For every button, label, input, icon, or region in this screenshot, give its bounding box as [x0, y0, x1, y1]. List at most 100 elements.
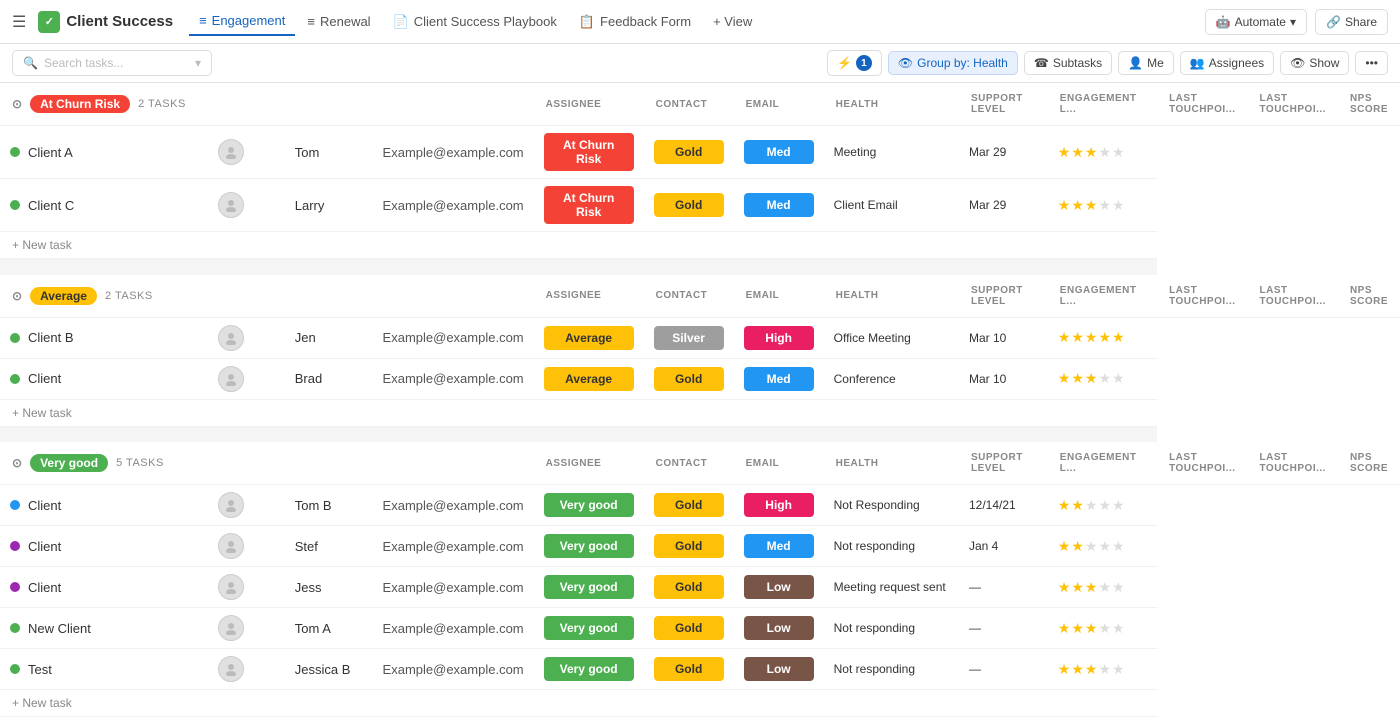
section-chevron-average[interactable]: ⊙	[12, 289, 22, 303]
col-header-touch2: LAST TOUCHPOI...	[1248, 83, 1338, 126]
assignees-button[interactable]: 👥 Assignees	[1180, 51, 1274, 75]
table-row[interactable]: Client Stef Example@example.com Very goo…	[0, 526, 1400, 567]
section-badge-churn: At Churn Risk	[30, 95, 130, 113]
section-chevron-verygood[interactable]: ⊙	[12, 456, 22, 470]
table-row[interactable]: Client A Tom Example@example.com At Chur…	[0, 126, 1400, 179]
task-name-cell[interactable]: Client	[0, 567, 208, 608]
star-filled: ★	[1085, 661, 1098, 678]
new-task-button[interactable]: + New task	[0, 690, 1157, 717]
table-row[interactable]: New Client Tom A Example@example.com Ver…	[0, 608, 1400, 649]
table-row[interactable]: Client Jess Example@example.com Very goo…	[0, 567, 1400, 608]
assignee-cell	[208, 567, 285, 608]
task-name-cell[interactable]: Client B	[0, 317, 208, 358]
support-badge: Gold	[654, 140, 724, 164]
table-row[interactable]: Client Tom B Example@example.com Very go…	[0, 485, 1400, 526]
touchpoint1-cell: Client Email	[824, 179, 959, 232]
col-header-email: EMAIL	[734, 442, 824, 485]
table-row[interactable]: Client C Larry Example@example.com At Ch…	[0, 179, 1400, 232]
filter-button[interactable]: ⚡ 1	[827, 50, 882, 76]
me-button[interactable]: 👤 Me	[1118, 51, 1174, 75]
touchpoint2-cell: Mar 29	[959, 126, 1048, 179]
table-row[interactable]: Client B Jen Example@example.com Average…	[0, 317, 1400, 358]
star-empty: ★	[1085, 538, 1098, 555]
group-by-button[interactable]: 👁 Group by: Health	[888, 51, 1018, 75]
star-empty: ★	[1098, 144, 1111, 161]
automate-button[interactable]: 🤖 Automate ▾	[1205, 9, 1307, 35]
star-filled: ★	[1085, 620, 1098, 637]
touchpoint1-cell: Not responding	[824, 649, 959, 690]
more-button[interactable]: •••	[1355, 51, 1388, 75]
email-cell: Example@example.com	[373, 485, 534, 526]
engagement-badge: Low	[744, 575, 814, 599]
engagement-cell: Med	[734, 358, 824, 399]
table-row[interactable]: Test Jessica B Example@example.com Very …	[0, 649, 1400, 690]
task-name-cell[interactable]: Client	[0, 358, 208, 399]
app-logo: ✓ Client Success	[38, 11, 173, 33]
contact-cell: Stef	[285, 526, 373, 567]
health-badge: Average	[544, 367, 634, 391]
col-header-touch2: LAST TOUCHPOI...	[1248, 442, 1338, 485]
health-badge: At Churn Risk	[544, 133, 634, 171]
task-name-cell[interactable]: Client C	[0, 179, 208, 232]
tab-engagement[interactable]: ≡ Engagement	[189, 7, 295, 36]
email-cell: Example@example.com	[373, 179, 534, 232]
playbook-icon: 📄	[393, 14, 409, 30]
share-button[interactable]: 🔗 Share	[1315, 9, 1388, 35]
support-cell: Gold	[644, 567, 734, 608]
search-icon: 🔍	[23, 56, 38, 70]
new-task-row[interactable]: + New task	[0, 690, 1400, 717]
tab-renewal[interactable]: ≡ Renewal	[297, 8, 380, 35]
menu-icon[interactable]: ☰	[12, 12, 26, 32]
engagement-badge: Low	[744, 616, 814, 640]
search-dropdown-icon[interactable]: ▾	[195, 56, 201, 70]
task-name-cell[interactable]: New Client	[0, 608, 208, 649]
col-header-touch1: LAST TOUCHPOI...	[1157, 442, 1247, 485]
task-name-cell[interactable]: Client	[0, 526, 208, 567]
col-header-email: EMAIL	[734, 83, 824, 126]
tab-feedback[interactable]: 📋 Feedback Form	[569, 8, 701, 36]
new-task-button[interactable]: + New task	[0, 399, 1157, 426]
section-chevron-churn[interactable]: ⊙	[12, 97, 22, 111]
search-box[interactable]: 🔍 Search tasks... ▾	[12, 50, 212, 76]
task-dot	[10, 664, 20, 674]
star-filled: ★	[1058, 661, 1071, 678]
new-task-button[interactable]: + New task	[0, 232, 1157, 259]
show-button[interactable]: 👁 Show	[1280, 51, 1349, 75]
logo-icon: ✓	[38, 11, 60, 33]
new-task-row[interactable]: + New task	[0, 399, 1400, 426]
engagement-cell: Low	[734, 567, 824, 608]
tab-playbook[interactable]: 📄 Client Success Playbook	[383, 8, 567, 36]
engagement-cell: High	[734, 485, 824, 526]
touchpoint1-cell: Meeting request sent	[824, 567, 959, 608]
task-name-cell[interactable]: Client A	[0, 126, 208, 179]
avatar	[218, 366, 244, 392]
touchpoint1-cell: Meeting	[824, 126, 959, 179]
col-header-nps: NPS SCORE	[1338, 275, 1400, 318]
renewal-icon: ≡	[307, 14, 315, 29]
touchpoint1-cell: Office Meeting	[824, 317, 959, 358]
subtasks-button[interactable]: ☎ Subtasks	[1024, 51, 1112, 75]
health-badge: Very good	[544, 534, 634, 558]
email-cell: Example@example.com	[373, 126, 534, 179]
col-header-assignee: ASSIGNEE	[534, 275, 644, 318]
group-by-label: Group by: Health	[917, 56, 1008, 70]
star-empty: ★	[1112, 661, 1125, 678]
contact-cell: Jess	[285, 567, 373, 608]
star-empty: ★	[1112, 497, 1125, 514]
touchpoint2-cell: —	[959, 608, 1048, 649]
support-badge: Gold	[654, 657, 724, 681]
task-name-cell[interactable]: Client	[0, 485, 208, 526]
nps-cell: ★★★★★	[1048, 126, 1157, 179]
table-row[interactable]: Client Brad Example@example.com Average …	[0, 358, 1400, 399]
star-filled: ★	[1058, 497, 1071, 514]
star-filled: ★	[1098, 329, 1111, 346]
touchpoint1-cell: Not Responding	[824, 485, 959, 526]
star-filled: ★	[1058, 370, 1071, 387]
new-task-row[interactable]: + New task	[0, 232, 1400, 259]
add-view-button[interactable]: + View	[703, 8, 762, 35]
avatar	[218, 533, 244, 559]
show-label: Show	[1309, 56, 1339, 70]
contact-cell: Larry	[285, 179, 373, 232]
task-name-cell[interactable]: Test	[0, 649, 208, 690]
star-filled: ★	[1112, 329, 1125, 346]
